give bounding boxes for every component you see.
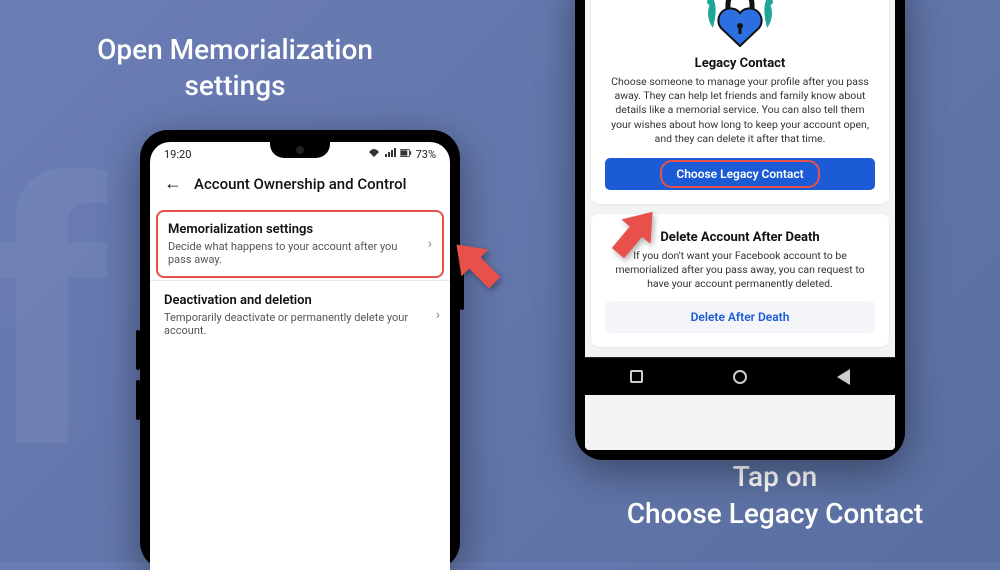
page-title: Account Ownership and Control [194,175,406,193]
lock-heart-icon [605,0,875,50]
back-arrow-icon[interactable]: ← [164,173,182,194]
nav-back-icon[interactable] [837,369,850,385]
phone-left: 19:20 73% ← Account Ownership and Contro… [140,130,460,570]
phone-notch [270,142,330,158]
nav-home-icon[interactable] [733,370,747,384]
legacy-title: Legacy Contact [605,56,875,71]
setting-title: Memorialization settings [168,222,432,237]
delete-after-death-button[interactable]: Delete After Death [605,301,875,333]
setting-desc: Temporarily deactivate or permanently de… [164,311,436,337]
chevron-right-icon: › [428,236,432,252]
battery-percent: 73% [416,148,436,161]
setting-title: Deactivation and deletion [164,293,436,308]
signal-icon [384,148,396,161]
setting-deactivation[interactable]: Deactivation and deletion Temporarily de… [150,280,450,349]
page-header: ← Account Ownership and Control [150,163,450,208]
setting-memorialization[interactable]: Memorialization settings Decide what hap… [156,210,444,278]
caption-right: Tap on Choose Legacy Contact [600,459,950,532]
card-legacy-contact: Legacy Contact Choose someone to manage … [591,0,889,204]
pointer-arrow-right [599,199,669,273]
setting-desc: Decide what happens to your account afte… [168,240,432,266]
nav-recent-icon[interactable] [630,370,643,383]
caption-left: Open Memorialization settings [75,32,395,105]
status-time: 19:20 [164,148,191,161]
android-navbar [585,357,895,395]
pointer-arrow-left [442,230,512,304]
chevron-right-icon: › [436,307,440,323]
legacy-desc: Choose someone to manage your profile af… [605,75,875,146]
battery-icon [400,148,412,161]
highlight-outline [660,160,820,188]
choose-legacy-contact-button[interactable]: Choose Legacy Contact [605,158,875,190]
background-f-logo: f [0,160,107,464]
wifi-icon [368,148,380,161]
